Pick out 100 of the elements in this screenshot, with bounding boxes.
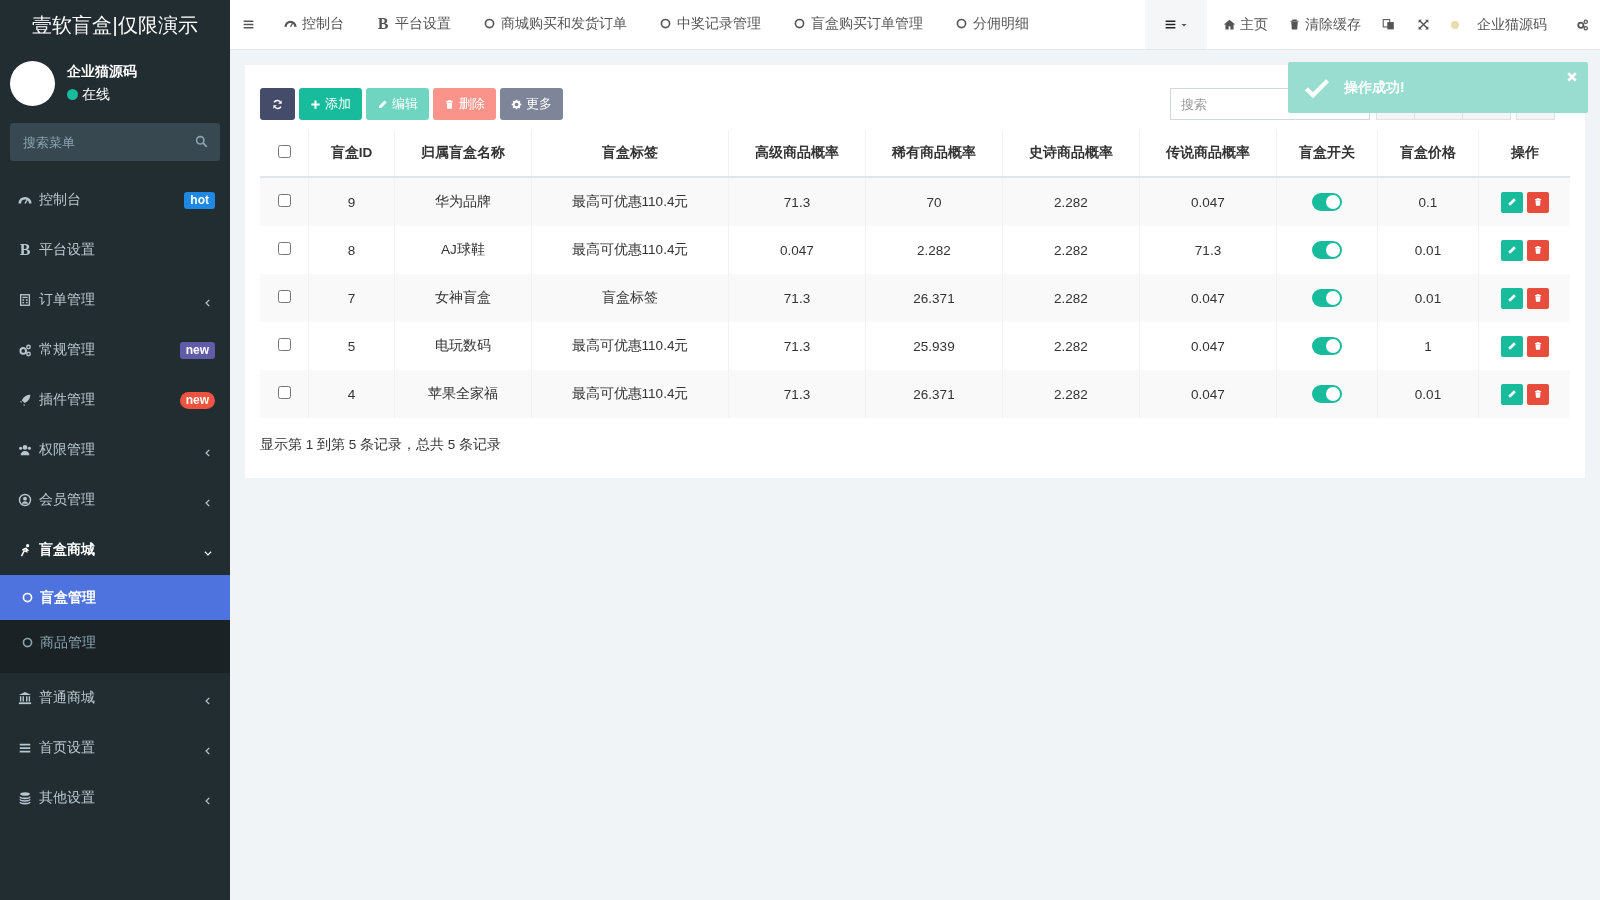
status-text: 在线 — [82, 85, 110, 104]
plus-icon — [310, 98, 321, 110]
row-checkbox[interactable] — [277, 290, 291, 303]
select-all-checkbox[interactable] — [277, 145, 291, 158]
nav-tab[interactable]: 分佣明细 — [939, 0, 1045, 49]
more-button[interactable]: 更多 — [500, 88, 563, 120]
avatar-image — [10, 60, 55, 106]
table-cell: 9 — [308, 177, 395, 226]
circle-icon — [21, 636, 34, 649]
row-checkbox[interactable] — [277, 242, 291, 255]
edit-button[interactable] — [1500, 239, 1523, 261]
trash-icon — [1532, 197, 1543, 207]
toggle-switch[interactable] — [1312, 385, 1342, 403]
pencil-icon — [377, 98, 388, 110]
translate-icon — [1382, 18, 1395, 31]
list-icon — [1164, 18, 1177, 31]
profile-link[interactable]: 企业猫源码 — [1441, 0, 1565, 49]
nav-tab[interactable]: 商城购买和发货订单 — [467, 0, 643, 49]
list-icon — [242, 18, 255, 31]
table-cell: 女神盲盒 — [394, 274, 532, 322]
row-checkbox[interactable] — [277, 338, 291, 351]
refresh-icon — [272, 98, 283, 110]
delete-button[interactable] — [1526, 287, 1549, 309]
table-cell: 2.282 — [1002, 177, 1140, 226]
bold-icon: B — [18, 241, 32, 259]
user-name: 企业猫源码 — [67, 62, 137, 81]
clear-cache-link[interactable]: 清除缓存 — [1278, 0, 1371, 49]
pencil-icon — [1506, 341, 1517, 351]
nav-tab[interactable]: 控制台 — [268, 0, 360, 49]
delete-button[interactable] — [1526, 239, 1549, 261]
table-cell: 26.371 — [865, 370, 1003, 418]
figure-icon — [18, 543, 32, 557]
users-icon — [18, 443, 32, 457]
table-cell: 0.1 — [1377, 177, 1479, 226]
fullscreen-icon — [1417, 18, 1430, 31]
calculator-icon — [18, 293, 32, 307]
table-cell: 2.282 — [1002, 370, 1140, 418]
edit-button[interactable] — [1500, 383, 1523, 405]
submenu-item[interactable]: 盲盒管理 — [0, 575, 230, 620]
row-checkbox[interactable] — [277, 386, 291, 399]
pencil-icon — [1506, 245, 1517, 255]
toggle-switch[interactable] — [1312, 241, 1342, 259]
chevron-left-icon — [203, 298, 213, 308]
table-cell: 0.01 — [1377, 274, 1479, 322]
app-logo: 壹软盲盒|仅限演示 — [32, 13, 198, 38]
edit-button[interactable] — [1500, 287, 1523, 309]
home-link[interactable]: 主页 — [1213, 0, 1278, 49]
row-checkbox[interactable] — [277, 194, 291, 207]
table-cell: 71.3 — [728, 370, 866, 418]
bold-icon: B — [376, 14, 390, 33]
gears-icon — [1576, 18, 1589, 31]
pagination-summary: 显示第 1 到第 5 条记录，总共 5 条记录 — [260, 436, 502, 454]
chevron-left-icon — [203, 448, 213, 458]
table-cell: 2.282 — [1002, 274, 1140, 322]
edit-button[interactable] — [1500, 335, 1523, 357]
edit-button[interactable] — [1500, 191, 1523, 213]
menu-badge: hot — [184, 191, 215, 209]
nav-tab[interactable]: B 平台设置 — [360, 0, 467, 49]
pencil-icon — [1506, 197, 1517, 207]
trash-icon — [1532, 341, 1543, 351]
submenu-item[interactable]: 商品管理 — [0, 620, 230, 665]
toggle-switch[interactable] — [1312, 289, 1342, 307]
bank-icon — [18, 691, 32, 705]
table-cell: 0.01 — [1377, 370, 1479, 418]
nav-tab[interactable]: 盲盒购买订单管理 — [777, 0, 939, 49]
trash-icon — [1532, 293, 1543, 303]
nav-tab[interactable]: 中奖记录管理 — [643, 0, 777, 49]
avatar-image — [1451, 20, 1459, 29]
menu-badge: new — [179, 341, 215, 359]
trash-icon — [1532, 245, 1543, 255]
table-cell: 最高可优惠110.4元 — [531, 177, 729, 226]
table-cell: 华为品牌 — [394, 177, 532, 226]
delete-button[interactable] — [1526, 383, 1549, 405]
chevron-left-icon — [203, 696, 213, 706]
list-icon — [18, 741, 32, 755]
table-cell: 盲盒标签 — [531, 274, 729, 322]
table-cell: 71.3 — [728, 274, 866, 322]
chevron-down-icon — [203, 548, 213, 558]
delete-button[interactable] — [1526, 191, 1549, 213]
table-cell: 最高可优惠110.4元 — [531, 370, 729, 418]
close-icon — [1566, 71, 1578, 83]
table-cell: 4 — [308, 370, 395, 418]
table-cell: 0.047 — [1139, 274, 1277, 322]
circle-icon — [955, 17, 968, 30]
chevron-left-icon — [203, 796, 213, 806]
table-cell: 苹果全家福 — [394, 370, 532, 418]
pencil-icon — [1506, 389, 1517, 399]
toggle-switch[interactable] — [1312, 193, 1342, 211]
refresh-button[interactable] — [260, 88, 295, 120]
circle-icon — [21, 591, 34, 604]
table-cell: 70 — [865, 177, 1003, 226]
circle-icon — [793, 17, 806, 30]
trash-icon — [1532, 389, 1543, 399]
delete-button[interactable] — [1526, 335, 1549, 357]
table-cell: 71.3 — [728, 177, 866, 226]
user-circle-icon — [18, 493, 32, 507]
table-cell: 7 — [308, 274, 395, 322]
circle-icon — [483, 17, 496, 30]
toggle-switch[interactable] — [1312, 337, 1342, 355]
search-field[interactable]: 搜索菜单 — [10, 123, 220, 161]
